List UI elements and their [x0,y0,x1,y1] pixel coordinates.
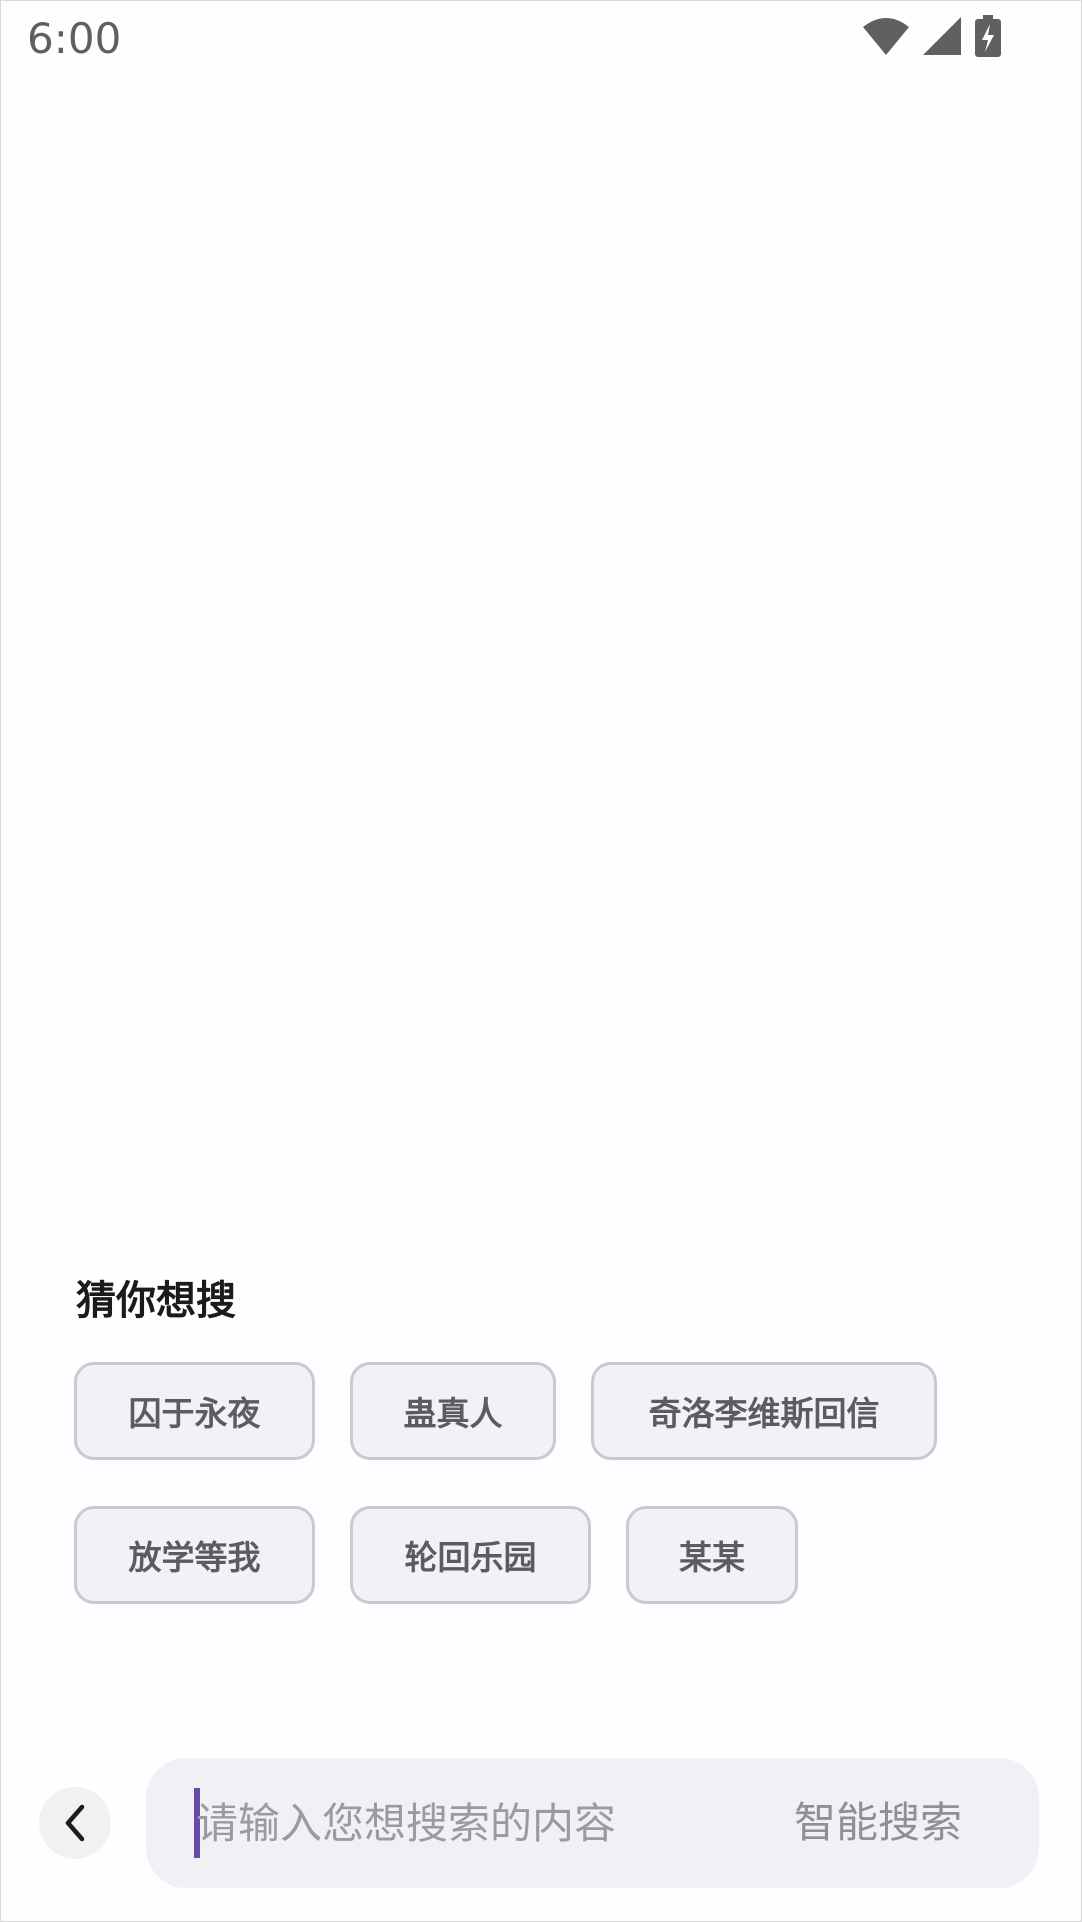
battery-charging-icon [975,15,1001,57]
suggestion-chip[interactable]: 放学等我 [74,1506,315,1604]
back-button[interactable] [39,1787,111,1859]
suggestion-chip[interactable]: 轮回乐园 [350,1506,591,1604]
cell-signal-icon [923,17,961,55]
app-screen: 6:00 猜你想搜 囚于永夜 蛊真人 奇洛李维斯回信 放学等我 轮回乐园 某某 … [0,0,1082,1922]
suggestion-chip[interactable]: 蛊真人 [350,1362,556,1460]
suggestions-title: 猜你想搜 [76,1278,236,1324]
search-bar: 智能搜索 [146,1758,1039,1888]
suggestion-chip[interactable]: 奇洛李维斯回信 [591,1362,937,1460]
search-input[interactable] [196,1783,716,1863]
suggestion-chip[interactable]: 某某 [626,1506,798,1604]
suggestion-chip[interactable]: 囚于永夜 [74,1362,315,1460]
smart-search-button[interactable]: 智能搜索 [794,1785,962,1861]
chevron-left-icon [65,1804,85,1842]
status-time: 6:00 [27,14,122,63]
status-icons [863,15,1001,57]
wifi-icon [863,18,909,55]
